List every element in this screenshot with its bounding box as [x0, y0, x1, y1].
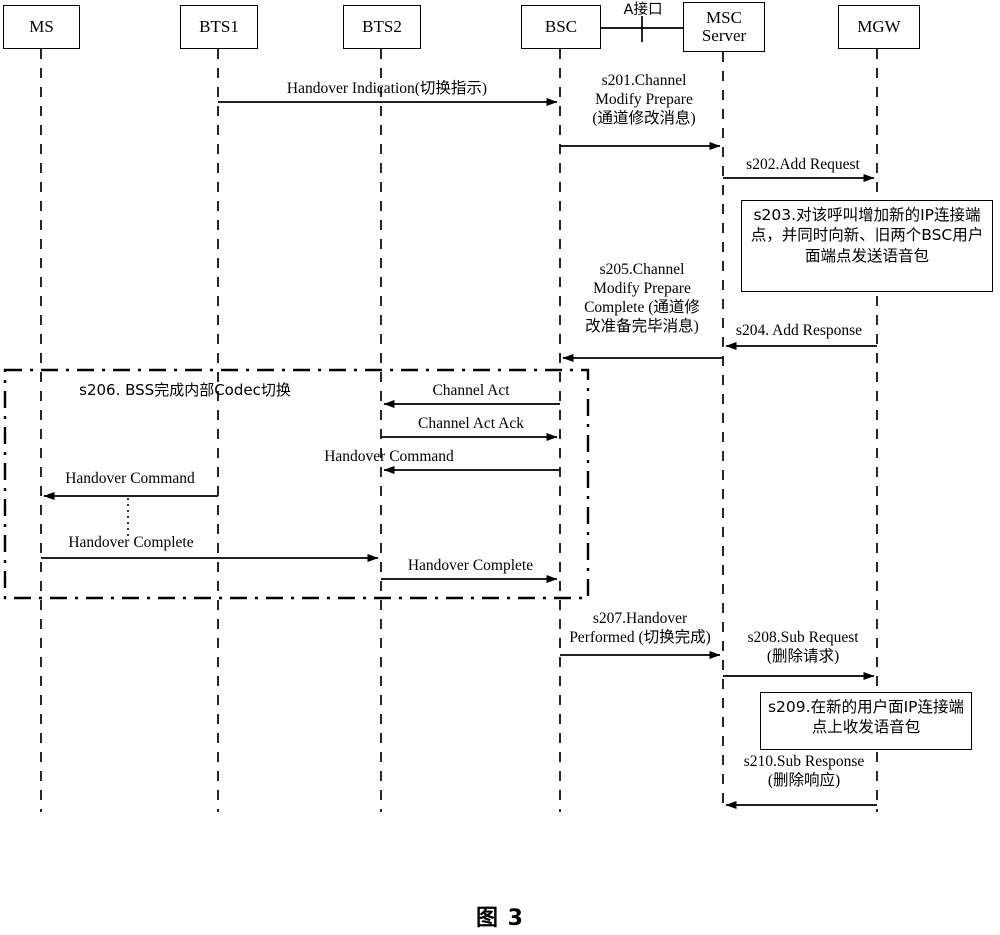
- lifeline-header-bsc[interactable]: BSC: [521, 5, 601, 49]
- lifeline-label-ms: MS: [29, 17, 54, 37]
- message-label-s207: s207.Handover Performed (切换完成): [569, 610, 711, 646]
- a-interface-label: A接口: [623, 2, 663, 18]
- note-s209: s209.在新的用户面IP连接端点上收发语音包: [760, 692, 972, 750]
- lifeline-header-bts1[interactable]: BTS1: [180, 5, 258, 49]
- message-label-handover-complete-ms: Handover Complete: [68, 534, 194, 551]
- message-label-handover-complete-bts2: Handover Complete: [407, 557, 534, 574]
- message-label-s202: s202.Add Request: [746, 156, 860, 173]
- figure-caption: 图 3: [476, 906, 524, 931]
- note-s203: s203.对该呼叫增加新的IP连接端点，并同时向新、旧两个BSC用户面端点发送语…: [741, 200, 993, 292]
- lifeline-label-mgw: MGW: [857, 17, 901, 37]
- message-label-s205: s205.Channel Modify Prepare Complete (通道…: [584, 261, 700, 335]
- message-label-s210: s210.Sub Response (删除响应): [743, 753, 865, 789]
- message-label-handover-command-bts1: Handover Command: [65, 470, 195, 487]
- message-label-channel-act-ack: Channel Act Ack: [418, 415, 524, 432]
- diagram-svg: [3, 16, 878, 812]
- lifeline-label-bts2: BTS2: [362, 17, 402, 37]
- message-label-s208: s208.Sub Request (删除请求): [747, 629, 859, 665]
- lifeline-label-bts1: BTS1: [199, 17, 239, 37]
- message-label-handover-command-bsc: Handover Command: [324, 448, 454, 465]
- lifeline-label-bsc: BSC: [544, 17, 578, 37]
- message-label-s204: s204. Add Response: [735, 322, 863, 339]
- sequence-diagram-canvas: MS BTS1 BTS2 BSC MSC Server MGW A接口 Hand…: [0, 0, 1000, 935]
- lifeline-header-mgw[interactable]: MGW: [838, 5, 920, 49]
- frame-label-s206: s206. BSS完成内部Codec切换: [79, 381, 291, 399]
- lifeline-header-ms[interactable]: MS: [3, 5, 80, 49]
- message-label-handover-indication: Handover Indication(切换指示): [286, 80, 488, 97]
- message-label-s201: s201.Channel Modify Prepare (通道修改消息): [592, 72, 696, 127]
- lifeline-header-bts2[interactable]: BTS2: [343, 5, 421, 49]
- lifeline-label-msc-server: MSC Server: [701, 8, 747, 45]
- message-label-channel-act: Channel Act: [432, 382, 510, 399]
- a-interface-connector: [601, 16, 683, 42]
- lifeline-header-msc-server[interactable]: MSC Server: [683, 2, 765, 52]
